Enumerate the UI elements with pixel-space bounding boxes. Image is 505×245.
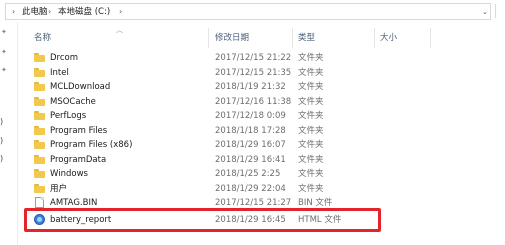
nav-item-fragment[interactable]: ): [0, 117, 3, 127]
nav-item-fragment[interactable]: ): [0, 154, 3, 164]
item-type: 文件夹: [298, 111, 324, 121]
folder-icon: [34, 183, 45, 193]
item-type: 文件夹: [298, 53, 324, 63]
folder-icon: [34, 111, 45, 120]
column-divider[interactable]: [292, 28, 293, 48]
item-name: Drcom: [50, 53, 79, 63]
highlight-box: [24, 208, 381, 232]
item-type: 文件夹: [298, 82, 324, 92]
item-date: 2018/1/29 16:41: [215, 154, 286, 165]
chevron-right-icon: ›: [119, 7, 123, 16]
list-item[interactable]: Intel 2017/12/15 21:35 文件夹: [18, 66, 505, 80]
folder-icon: [34, 82, 45, 91]
pin-icon[interactable]: ✦: [1, 28, 7, 36]
item-date: 2017/12/16 11:38: [215, 96, 292, 107]
breadcrumb-this-pc[interactable]: 此电脑: [22, 7, 48, 17]
sort-ascending-icon: ︿: [116, 26, 123, 34]
column-divider[interactable]: [430, 28, 431, 48]
item-name: Intel: [50, 67, 69, 78]
item-type: 文件夹: [298, 67, 324, 78]
item-name: Windows: [50, 169, 88, 179]
navigation-pane: ✦ ✦ ✦ ) ) ): [0, 22, 18, 245]
refresh-button[interactable]: [495, 4, 503, 18]
column-header-size[interactable]: 大小: [380, 33, 397, 43]
folder-icon: [34, 125, 45, 135]
list-item[interactable]: 用户 2018/1/29 22:04 文件夹: [18, 182, 505, 196]
list-item[interactable]: Windows 2018/1/25 2:25 文件夹: [18, 167, 505, 181]
folder-icon: [34, 169, 45, 178]
item-name: AMTAG.BIN: [50, 198, 98, 208]
item-name: Program Files: [50, 125, 108, 136]
folder-icon: [34, 96, 45, 106]
item-name: Program Files (x86): [50, 140, 133, 150]
address-bar[interactable]: › 此电脑 › 本地磁盘 (C:) › ⌄: [5, 3, 491, 20]
chevron-down-icon[interactable]: ⌄: [482, 7, 488, 17]
item-date: 2018/1/25 2:25: [215, 169, 281, 179]
folder-icon: [34, 53, 45, 62]
item-date: 2018/1/29 16:07: [215, 140, 286, 150]
list-item[interactable]: MCLDownload 2018/1/19 21:32 文件夹: [18, 80, 505, 94]
item-name: MCLDownload: [50, 82, 111, 92]
list-item[interactable]: Program Files 2018/1/18 17:28 文件夹: [18, 124, 505, 138]
folder-icon: [34, 154, 45, 164]
address-bar-row: › 此电脑 › 本地磁盘 (C:) › ⌄: [0, 0, 505, 22]
folder-icon: [34, 140, 45, 149]
item-name: ProgramData: [50, 154, 107, 165]
item-type: 文件夹: [298, 154, 324, 165]
column-header: ︿ 名称 修改日期 类型 大小: [18, 26, 505, 48]
item-date: 2017/12/15 21:22: [215, 53, 292, 63]
nav-item-fragment[interactable]: ): [0, 136, 3, 146]
item-name: MSOCache: [50, 96, 96, 107]
item-type: 文件夹: [298, 125, 324, 136]
item-date: 2018/1/19 21:32: [215, 82, 286, 92]
chevron-right-icon: ›: [12, 7, 16, 16]
item-type: 文件夹: [298, 96, 324, 107]
item-name: PerfLogs: [50, 111, 87, 121]
item-type: 文件夹: [298, 169, 324, 179]
column-header-type[interactable]: 类型: [298, 33, 315, 43]
list-item[interactable]: PerfLogs 2017/12/18 0:09 文件夹: [18, 109, 505, 123]
column-divider[interactable]: [208, 28, 209, 48]
item-type: BIN 文件: [298, 198, 333, 208]
file-icon: [35, 197, 44, 208]
column-divider[interactable]: [374, 28, 375, 48]
list-item[interactable]: Drcom 2017/12/15 21:22 文件夹: [18, 51, 505, 65]
chevron-right-icon: ›: [48, 7, 52, 16]
item-date: 2018/1/18 17:28: [215, 125, 286, 136]
item-name: 用户: [50, 183, 68, 194]
list-item[interactable]: MSOCache 2017/12/16 11:38 文件夹: [18, 95, 505, 109]
item-date: 2017/12/18 0:09: [215, 111, 286, 121]
pin-icon[interactable]: ✦: [1, 48, 7, 56]
list-item[interactable]: ProgramData 2018/1/29 16:41 文件夹: [18, 153, 505, 167]
item-date: 2017/12/15 21:35: [215, 67, 292, 78]
column-header-date[interactable]: 修改日期: [215, 33, 249, 43]
folder-icon: [34, 67, 45, 77]
item-date: 2017/12/15 21:27: [215, 198, 292, 208]
list-item[interactable]: Program Files (x86) 2018/1/29 16:07 文件夹: [18, 138, 505, 152]
file-explorer-window: › 此电脑 › 本地磁盘 (C:) › ⌄ ✦ ✦ ✦ ) ) ) ︿ 名称 修…: [0, 0, 505, 245]
item-type: 文件夹: [298, 183, 324, 194]
column-header-name[interactable]: 名称: [34, 33, 51, 43]
item-date: 2018/1/29 22:04: [215, 183, 286, 194]
breadcrumb-drive[interactable]: 本地磁盘 (C:): [58, 7, 110, 17]
item-type: 文件夹: [298, 140, 324, 150]
pin-icon[interactable]: ✦: [1, 66, 7, 74]
